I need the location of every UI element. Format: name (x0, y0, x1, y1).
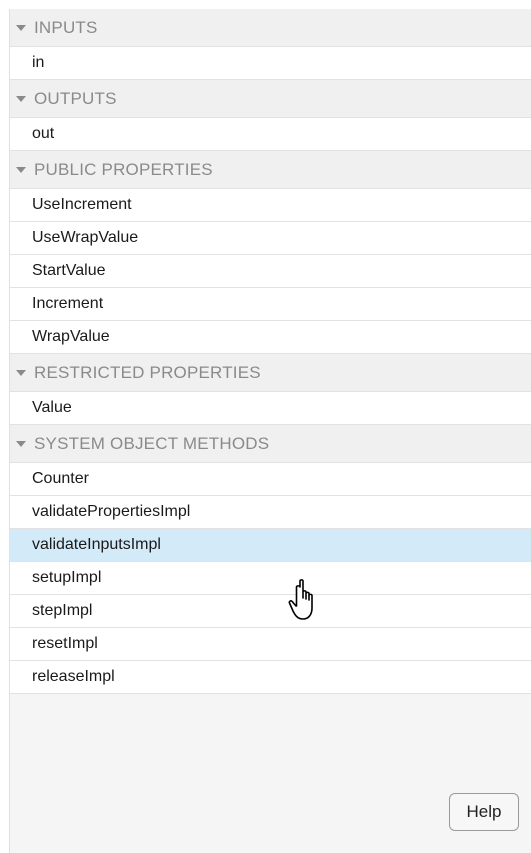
item-label: validateInputsImpl (32, 536, 161, 553)
list-item-validatepropertiesimpl[interactable]: validatePropertiesImpl (10, 496, 531, 529)
list-item-releaseimpl[interactable]: releaseImpl (10, 661, 531, 694)
hand-cursor-icon (288, 579, 313, 620)
list-item-validateinputsimpl-selected[interactable]: validateInputsImpl (10, 529, 531, 562)
list-item-in[interactable]: in (10, 47, 531, 80)
system-object-browser-panel: INPUTS in OUTPUTS out PUBLIC PROPERTIES … (9, 9, 531, 853)
item-label: Value (32, 399, 72, 416)
list-item-resetimpl[interactable]: resetImpl (10, 628, 531, 661)
item-label: validatePropertiesImpl (32, 503, 191, 520)
section-title: INPUTS (34, 17, 98, 37)
section-header-system-object-methods[interactable]: SYSTEM OBJECT METHODS (10, 425, 531, 463)
item-label: Counter (32, 470, 89, 487)
list-item-wrapvalue[interactable]: WrapValue (10, 321, 531, 354)
section-header-outputs[interactable]: OUTPUTS (10, 80, 531, 118)
list-item-stepimpl[interactable]: stepImpl (10, 595, 531, 628)
item-label: setupImpl (32, 569, 102, 586)
item-label: WrapValue (32, 328, 110, 345)
section-header-public-properties[interactable]: PUBLIC PROPERTIES (10, 151, 531, 189)
list-item-increment[interactable]: Increment (10, 288, 531, 321)
collapse-triangle-icon[interactable] (16, 95, 26, 102)
list-item-usewrapvalue[interactable]: UseWrapValue (10, 222, 531, 255)
list-item-useincrement[interactable]: UseIncrement (10, 189, 531, 222)
collapse-triangle-icon[interactable] (16, 24, 26, 31)
list-item-startvalue[interactable]: StartValue (10, 255, 531, 288)
item-label: resetImpl (32, 635, 98, 652)
item-label: UseIncrement (32, 196, 132, 213)
section-title: RESTRICTED PROPERTIES (34, 362, 261, 382)
section-title: OUTPUTS (34, 88, 117, 108)
section-header-inputs[interactable]: INPUTS (10, 9, 531, 47)
item-label: UseWrapValue (32, 229, 139, 246)
item-label: out (32, 125, 55, 142)
list-item-value[interactable]: Value (10, 392, 531, 425)
list-item-out[interactable]: out (10, 118, 531, 151)
item-label: releaseImpl (32, 668, 115, 685)
section-title: PUBLIC PROPERTIES (34, 159, 213, 179)
item-label: in (32, 54, 45, 71)
list-item-counter[interactable]: Counter (10, 463, 531, 496)
collapse-triangle-icon[interactable] (16, 440, 26, 447)
list-item-setupimpl[interactable]: setupImpl (10, 562, 531, 595)
item-label: stepImpl (32, 602, 93, 619)
collapse-triangle-icon[interactable] (16, 369, 26, 376)
help-button[interactable]: Help (449, 793, 519, 831)
section-header-restricted-properties[interactable]: RESTRICTED PROPERTIES (10, 354, 531, 392)
collapse-triangle-icon[interactable] (16, 166, 26, 173)
section-title: SYSTEM OBJECT METHODS (34, 433, 270, 453)
item-label: Increment (32, 295, 104, 312)
section-list: INPUTS in OUTPUTS out PUBLIC PROPERTIES … (10, 9, 531, 694)
item-label: StartValue (32, 262, 106, 279)
